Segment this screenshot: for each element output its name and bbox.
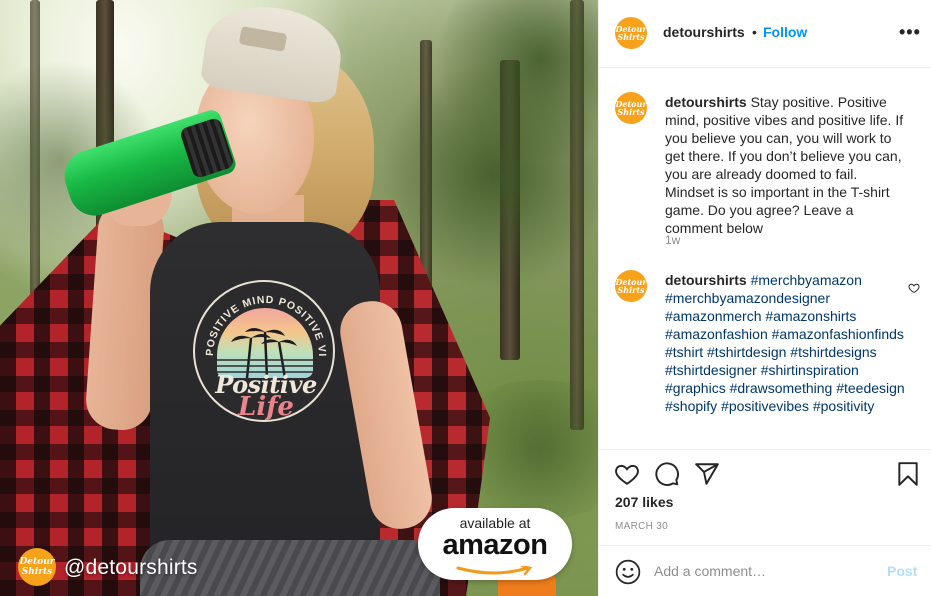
comment-icon[interactable] [654,461,680,487]
shirt-print-word-2: Life [238,392,294,422]
avatar[interactable]: Detour Shirts [615,92,647,124]
post-image[interactable]: POSITIVE MIND POSITIVE VIBES Positive Li… [0,0,598,596]
sunset-graphic [217,308,313,379]
add-comment-bar: Post [599,545,931,596]
like-comment-heart-icon[interactable] [908,282,920,294]
post-date[interactable]: MARCH 30 [615,521,668,532]
post-header: Detour Shirts detourshirts • Follow ••• [599,0,931,68]
caption-timestamp[interactable]: 1w [665,233,680,247]
avatar[interactable]: Detour Shirts [615,17,647,49]
caption-username[interactable]: detourshirts [665,94,747,110]
header-username[interactable]: detourshirts [663,24,745,40]
heart-icon[interactable] [614,461,640,487]
post-comment-button[interactable]: Post [887,563,917,579]
watermark-handle: @detourshirts [64,556,198,579]
watermark-logo: Detour Shirts [18,548,56,586]
list-item: Detour Shirts detourshirts #merchbyamazon… [615,270,920,449]
caption-text: detourshirts Stay positive. Positive min… [665,93,909,237]
baseball-cap [199,0,347,106]
amazon-badge: available at amazon [418,508,572,580]
bookmark-icon[interactable] [895,461,921,487]
comment-username[interactable]: detourshirts [665,272,747,288]
comments-list[interactable]: Detour Shirts detourshirts Stay positive.… [599,69,931,449]
amazon-badge-logo-text: amazon [442,529,548,561]
palm-trees-icon [217,328,313,379]
shirt-print: POSITIVE MIND POSITIVE VIBES Positive Li… [193,280,335,422]
amazon-smile-icon [456,566,533,576]
more-options-button[interactable]: ••• [899,22,921,43]
header-separator: • [752,24,757,40]
emoji-icon[interactable] [615,559,641,585]
avatar[interactable]: Detour Shirts [615,270,647,302]
comment-text: detourshirts #merchbyamazon #merchbyamaz… [665,271,909,415]
share-icon[interactable] [694,461,720,487]
likes-count[interactable]: 207 likes [615,494,673,510]
caption-body: Stay positive. Positive mind, positive v… [665,94,904,236]
follow-button[interactable]: Follow [763,24,807,40]
comment-hashtags[interactable]: #merchbyamazon #merchbyamazondesigner #a… [665,272,905,414]
comment-input[interactable] [654,560,874,582]
caption: Detour Shirts detourshirts Stay positive.… [615,92,920,252]
post-actions: 207 likes MARCH 30 [599,449,931,545]
post-sidebar: Detour Shirts detourshirts • Follow ••• D… [598,0,931,596]
